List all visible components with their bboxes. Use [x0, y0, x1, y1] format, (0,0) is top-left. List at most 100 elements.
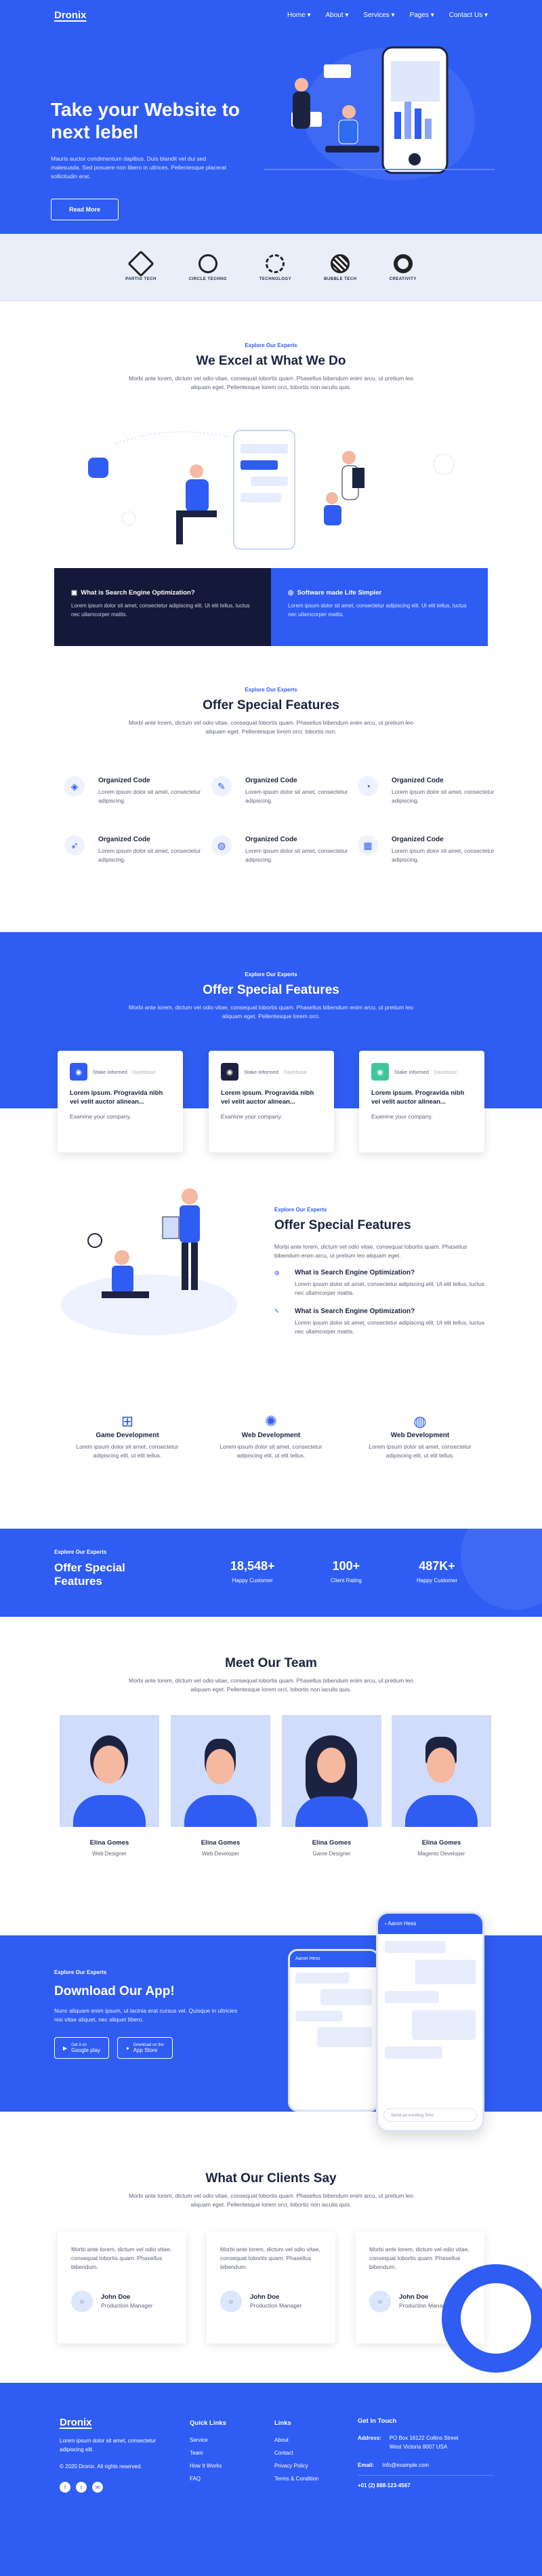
footer-link[interactable]: How It Works — [190, 2459, 226, 2472]
avatar: ☺ — [369, 2291, 391, 2312]
offer-item: ✎ What is Search Engine Optimization? Lor… — [274, 1308, 485, 1335]
shield-icon: ◈ — [64, 776, 85, 797]
footer-logo[interactable]: Dronix — [60, 2417, 161, 2428]
section-text: Morbi ante lorem, dictum vel odio vitae,… — [128, 2192, 414, 2208]
globe-icon: ◎ — [288, 589, 297, 597]
diamond-icon — [127, 250, 154, 277]
nav-about[interactable]: About ▾ — [325, 12, 348, 19]
testimonials-header: What Our Clients Say Morbi ante lorem, d… — [0, 2166, 542, 2209]
hero-text: Mauris auctor condimentum dapibus. Duis … — [51, 155, 226, 180]
footer-link[interactable]: FAQ — [190, 2472, 226, 2485]
offer2-content: Explore Our Experts Offer Special Featur… — [274, 1207, 491, 1336]
section-title: Offer Special Features — [54, 1561, 125, 1588]
globe-icon: ◍ — [211, 835, 232, 856]
footer-link[interactable]: Team — [190, 2447, 226, 2459]
avatar — [392, 1715, 491, 1827]
twitter-icon[interactable]: t — [76, 2482, 87, 2493]
offer-item: ◍ What is Search Engine Optimization? Lor… — [274, 1269, 485, 1296]
stat: 487K+ Happy Customer — [417, 1559, 458, 1584]
kicker: Explore Our Experts — [274, 1207, 327, 1213]
question-icon: ▣ — [71, 589, 81, 597]
pencil-icon: ✎ — [211, 776, 232, 797]
section-text: Nunc aliquam enim ipsum, ut lacinia erat… — [54, 2007, 238, 2023]
decor-circle — [461, 1529, 542, 1610]
navbar: Dronix Home ▾ About ▾ Services ▾ Pages ▾… — [0, 0, 542, 31]
avatar: ☺ — [220, 2291, 242, 2312]
testimonial-card: Morbi ante lorem, dictum vel odio vitae,… — [58, 2232, 186, 2343]
section-title: Offer Special Features — [203, 983, 339, 997]
section-title: Download Our App! — [54, 1984, 175, 1998]
section-text: Morbi ante lorem, dictum vel odio vitae,… — [128, 375, 414, 390]
footer-link[interactable]: Service — [190, 2434, 226, 2447]
kicker: Explore Our Experts — [245, 687, 297, 693]
section-text: Morbi ante lorem, dictum vel odio vitae,… — [128, 1677, 414, 1693]
read-more-button[interactable]: Read More — [51, 199, 119, 220]
decor-ring — [442, 2264, 542, 2373]
badge-icon: ◉ — [221, 1063, 238, 1081]
circle-icon — [198, 254, 217, 273]
phone-mockup-small: Aaron Hess — [288, 1949, 379, 2112]
feature-item: ▦ Organized Code Lorem ipsum dolor sit ame… — [358, 835, 514, 864]
brand-strip: PARTIO TECH CIRCLE TECHNO TECHNOLOGY BUB… — [0, 234, 542, 302]
team-header: Meet Our Team Morbi ante lorem, dictum v… — [0, 1651, 542, 1694]
kicker: Explore Our Experts — [54, 1969, 107, 1975]
service-item: ✺ Web Development Lorem ipsum dolor sit am… — [217, 1414, 325, 1460]
kicker: Explore Our Experts — [245, 342, 297, 348]
page-body: Explore Our Experts We Excel at What We … — [0, 302, 542, 2576]
phone-mockup-large: ‹ Aaron Hess Send an existing Sms — [376, 1912, 484, 2132]
feature-item: ✎ Organized Code Lorem ipsum dolor sit ame… — [211, 776, 367, 805]
hero-section: Dronix Home ▾ About ▾ Services ▾ Pages ▾… — [0, 0, 542, 234]
testimonial-card: Morbi ante lorem, dictum vel odio vitae,… — [207, 2232, 335, 2343]
nav-services[interactable]: Services ▾ — [363, 12, 394, 19]
brand-logo: CIRCLE TECHNO — [189, 254, 227, 281]
logo[interactable]: Dronix — [54, 9, 87, 21]
pricing-card[interactable]: ◉ Stake Informed Dashbase Lorem ipsum. Pro… — [359, 1051, 484, 1152]
sun-icon — [266, 254, 285, 273]
image-icon: ▦ — [358, 835, 378, 856]
offer-illustration — [61, 1188, 237, 1335]
footer-link[interactable]: Contact — [274, 2447, 318, 2459]
nav-pages[interactable]: Pages ▾ — [410, 12, 434, 19]
nav-home[interactable]: Home ▾ — [287, 12, 310, 19]
stats-section: Explore Our Experts Offer Special Featur… — [0, 1529, 542, 1617]
excel-card: ▣ What is Search Engine Optimization? Lo… — [54, 568, 271, 646]
google-play-button[interactable]: ▶ Get it on Google play — [54, 2037, 109, 2059]
hero-illustration — [264, 46, 495, 181]
team-member[interactable]: Elina Gomes Game Designer — [282, 1715, 381, 1857]
section-title: Offer Special Features — [203, 698, 339, 712]
footer-link[interactable]: About — [274, 2434, 318, 2447]
app-store-button[interactable]: ● Download on the App Store — [117, 2037, 173, 2059]
apple-icon: ● — [125, 2045, 129, 2051]
facebook-icon[interactable]: f — [60, 2482, 70, 2493]
pricing-card[interactable]: ◉ Stake Informed Dashbase Lorem ipsum. Pro… — [209, 1051, 334, 1152]
ring-icon — [393, 254, 413, 273]
globe-icon: ◍ — [413, 1413, 427, 1430]
section-text: Morbi ante lorem, dictum vel odio vitae,… — [128, 719, 414, 735]
gamepad-icon: ⊞ — [121, 1413, 134, 1430]
avatar: ☺ — [71, 2291, 93, 2312]
brand-logo: CREATIVITY — [390, 254, 417, 281]
footer-link[interactable]: Privacy Policy — [274, 2459, 318, 2472]
rocket-icon: ➶ — [64, 835, 85, 856]
stat: 100+ Client Rating — [331, 1559, 362, 1584]
section-text: Morbi ante lorem, dictum vel odio vitae,… — [128, 1004, 414, 1020]
excel-card: ◎ Software made Life Simpler Lorem ipsum… — [271, 568, 488, 646]
team-member[interactable]: Elina Gomes Web Designer — [60, 1715, 159, 1857]
team-member[interactable]: Elina Gomes Web Developer — [171, 1715, 270, 1857]
avatar — [282, 1715, 381, 1827]
nav-contact[interactable]: Contact Us ▾ — [449, 12, 488, 19]
pricing-card[interactable]: ◉ Stake Informed Dashbase Lorem ipsum. Pro… — [58, 1051, 183, 1152]
message-input[interactable]: Send an existing Sms — [383, 2108, 477, 2122]
feature-item: ◍ Organized Code Lorem ipsum dolor sit ame… — [211, 835, 367, 864]
card-text: Lorem ipsum dolor sit amet, consectetur … — [288, 603, 467, 618]
kicker: Explore Our Experts — [245, 971, 297, 978]
section-title: Meet Our Team — [225, 1656, 317, 1670]
edit-icon: ✎ — [274, 1308, 280, 1314]
team-member[interactable]: Elina Gomes Magento Developer — [392, 1715, 491, 1857]
footer-link[interactable]: Terms & Condition — [274, 2472, 318, 2485]
mail-icon[interactable]: ✉ — [92, 2482, 103, 2493]
chart-icon: ◔ — [358, 776, 378, 797]
badge-icon: ◉ — [70, 1063, 87, 1081]
hero-title: Take your Website to next lebel — [51, 99, 241, 142]
footer-quick-links: Quick Links Service Team How It Works FA… — [190, 2417, 226, 2485]
